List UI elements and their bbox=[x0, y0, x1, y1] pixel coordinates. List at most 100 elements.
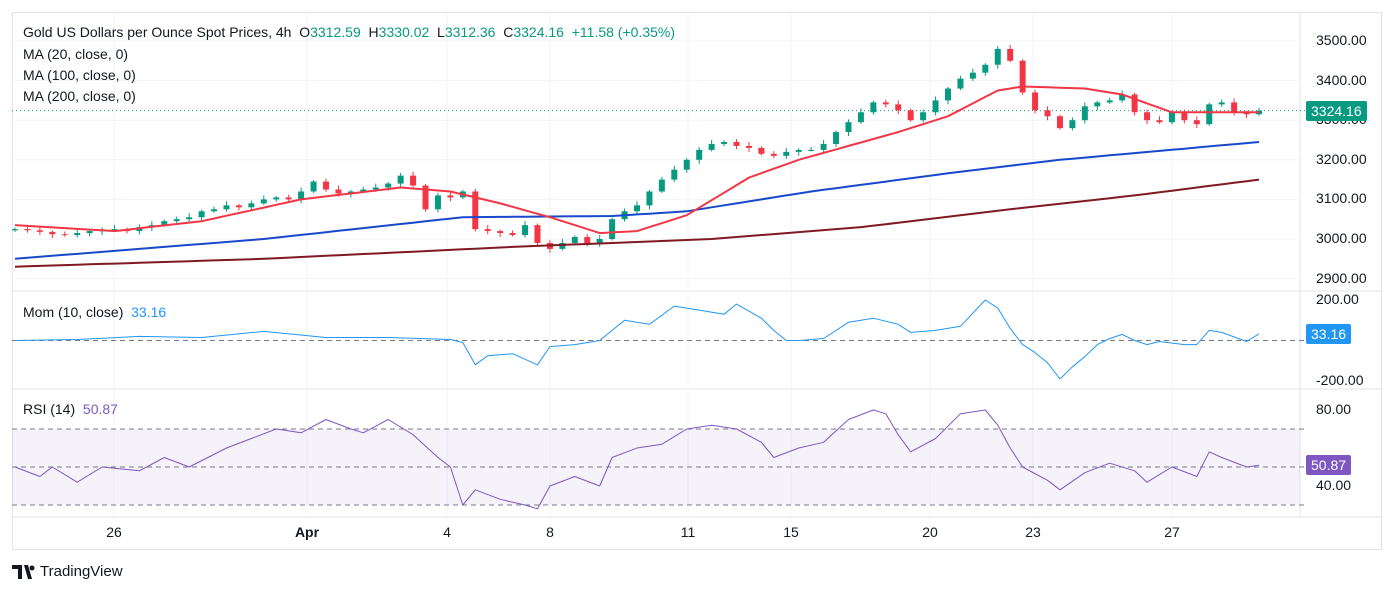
close-value: 3324.16 bbox=[513, 24, 564, 40]
candle bbox=[783, 151, 790, 156]
candle bbox=[1218, 102, 1225, 105]
candle bbox=[994, 48, 1001, 65]
ma20-legend[interactable]: MA (20, close, 0) bbox=[23, 46, 128, 62]
high-value: 3330.02 bbox=[378, 24, 430, 40]
candle bbox=[1144, 112, 1151, 121]
candle bbox=[683, 159, 690, 170]
candle bbox=[12, 229, 18, 231]
candle bbox=[945, 88, 951, 101]
candle bbox=[522, 225, 529, 236]
tradingview-logo-icon bbox=[12, 564, 35, 579]
candle bbox=[509, 233, 516, 236]
mom-tick-label: 200.00 bbox=[1316, 291, 1359, 307]
open-label: O bbox=[299, 24, 311, 40]
ma200-legend[interactable]: MA (200, close, 0) bbox=[23, 88, 136, 104]
candle bbox=[609, 219, 616, 239]
candle bbox=[969, 72, 976, 79]
mom-legend-value: 33.16 bbox=[131, 304, 167, 320]
candle bbox=[1106, 100, 1113, 103]
candle bbox=[1181, 112, 1188, 121]
candle bbox=[596, 239, 603, 243]
mom-line bbox=[14, 299, 1260, 380]
candle bbox=[932, 100, 939, 113]
candle bbox=[211, 209, 218, 212]
price-tick-label: 2900.00 bbox=[1316, 269, 1367, 286]
rsi-tick-label: 80.00 bbox=[1316, 401, 1352, 417]
candle bbox=[795, 149, 802, 152]
candle bbox=[24, 229, 31, 231]
candle bbox=[198, 211, 205, 218]
low-label: L bbox=[437, 24, 445, 40]
candle bbox=[285, 197, 292, 200]
candle bbox=[86, 231, 93, 234]
candle bbox=[248, 203, 255, 208]
candle bbox=[1032, 92, 1039, 111]
time-tick-label: 27 bbox=[1164, 524, 1180, 540]
time-tick-label: Apr bbox=[294, 524, 320, 540]
candle bbox=[721, 141, 728, 144]
time-tick-label: 11 bbox=[680, 524, 696, 540]
candle bbox=[571, 237, 578, 243]
candle bbox=[845, 122, 852, 133]
rsi-tick-label: 40.00 bbox=[1316, 477, 1352, 493]
price-tick-label: 3200.00 bbox=[1316, 150, 1367, 167]
low-value: 3312.36 bbox=[444, 24, 496, 40]
price-tick-label: 3100.00 bbox=[1316, 190, 1367, 207]
mom-tick-label: -200.00 bbox=[1316, 372, 1364, 388]
candle bbox=[808, 149, 815, 151]
candle bbox=[696, 149, 703, 160]
tradingview-logo[interactable]: TradingView bbox=[12, 563, 123, 580]
time-tick-label: 20 bbox=[922, 524, 938, 540]
candle bbox=[1069, 120, 1076, 129]
close-label: C bbox=[503, 24, 514, 40]
candle bbox=[895, 104, 902, 111]
candle bbox=[235, 205, 242, 208]
candle bbox=[733, 141, 740, 146]
candle bbox=[1044, 110, 1051, 117]
candle bbox=[74, 233, 81, 236]
candle bbox=[397, 175, 404, 184]
candle bbox=[671, 169, 678, 180]
candle bbox=[584, 237, 591, 243]
time-tick-label: 8 bbox=[546, 524, 554, 540]
open-value: 3312.59 bbox=[310, 24, 361, 40]
candle bbox=[36, 230, 43, 232]
candle bbox=[447, 195, 454, 198]
candle bbox=[1081, 106, 1088, 121]
rsi-label: RSI (14) bbox=[23, 401, 76, 417]
candle bbox=[770, 153, 777, 156]
price-tick-label: 3500.00 bbox=[1316, 32, 1367, 48]
candle bbox=[385, 183, 392, 188]
symbol-legend: Gold US Dollars per Ounce Spot Prices, 4… bbox=[23, 24, 675, 40]
candle bbox=[323, 181, 329, 190]
candle bbox=[273, 197, 280, 200]
mom-value-tag: 33.16 bbox=[1306, 324, 1352, 344]
symbol-title: Gold US Dollars per Ounce Spot Prices, 4… bbox=[23, 24, 292, 40]
candle bbox=[173, 219, 180, 222]
chart-canvas[interactable] bbox=[0, 0, 1394, 594]
ma100-legend[interactable]: MA (100, close, 0) bbox=[23, 67, 136, 83]
mom-label: Mom (10, close) bbox=[23, 304, 124, 320]
candle bbox=[1168, 112, 1175, 123]
candle bbox=[410, 175, 417, 186]
candle bbox=[223, 205, 230, 210]
rsi-legend[interactable]: RSI (14) 50.87 bbox=[23, 401, 118, 417]
candle bbox=[820, 143, 827, 150]
candle bbox=[372, 187, 379, 190]
price-tick-label: 3400.00 bbox=[1316, 71, 1367, 88]
candle bbox=[957, 78, 964, 89]
candle bbox=[708, 143, 715, 150]
rsi-legend-value: 50.87 bbox=[82, 401, 118, 417]
change-value: +11.58 (+0.35%) bbox=[571, 24, 676, 40]
candle bbox=[484, 229, 491, 232]
candle bbox=[658, 179, 665, 192]
candle bbox=[335, 189, 342, 194]
candle bbox=[758, 147, 765, 154]
candle bbox=[1094, 102, 1101, 107]
candle bbox=[907, 110, 914, 121]
mom-legend[interactable]: Mom (10, close) 33.16 bbox=[23, 304, 166, 320]
high-label: H bbox=[368, 24, 379, 40]
candle bbox=[1206, 104, 1213, 125]
candle bbox=[434, 195, 441, 210]
candle bbox=[186, 217, 193, 220]
